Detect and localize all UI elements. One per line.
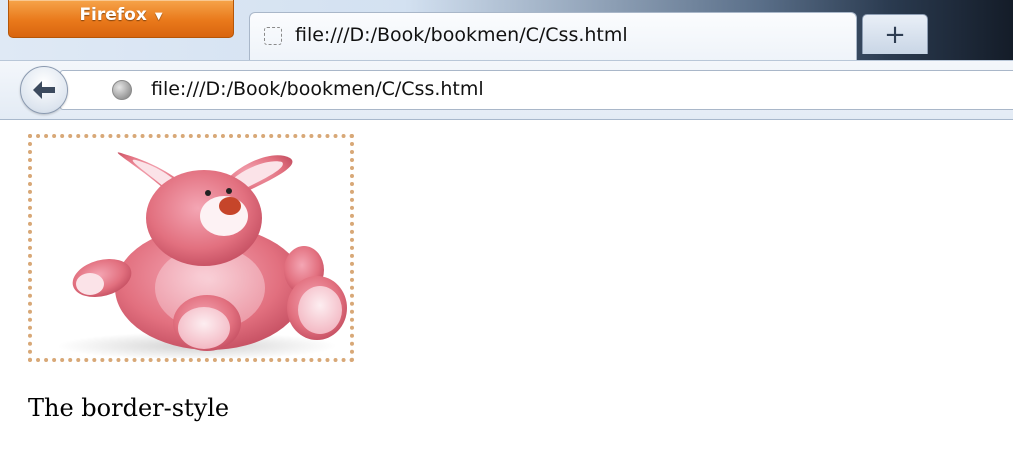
back-arrow-icon — [33, 81, 55, 99]
firefox-menu-button[interactable]: Firefox ▼ — [8, 0, 234, 38]
page-icon — [264, 27, 282, 45]
new-tab-button[interactable]: + — [862, 14, 928, 54]
globe-icon — [112, 80, 132, 100]
firefox-menu-label: Firefox — [79, 5, 147, 25]
bunny-illustration — [57, 152, 347, 358]
back-button[interactable] — [20, 66, 68, 114]
url-text[interactable]: file:///D:/Book/bookmen/C/Css.html — [151, 78, 484, 100]
plus-icon: + — [884, 19, 906, 50]
tab-active[interactable]: file:///D:/Book/bookmen/C/Css.html — [249, 12, 857, 62]
caption-text: The border-style — [28, 394, 230, 422]
page-content: The border-style — [0, 120, 1013, 470]
bunny-image — [28, 134, 354, 362]
chevron-down-icon: ▼ — [154, 11, 163, 22]
tab-title: file:///D:/Book/bookmen/C/Css.html — [295, 24, 628, 46]
title-bar: Firefox ▼ file:///D:/Book/bookmen/C/Css.… — [0, 0, 1013, 62]
navigation-toolbar: file:///D:/Book/bookmen/C/Css.html — [0, 60, 1013, 120]
